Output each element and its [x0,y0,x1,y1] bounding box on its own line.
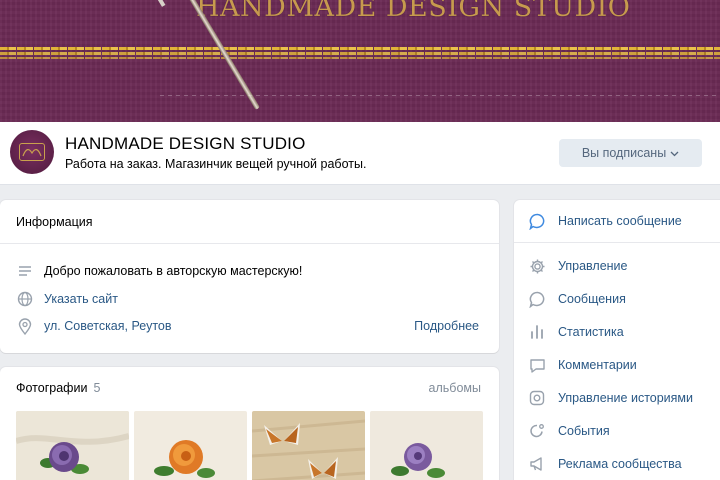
actions-menu: Написать сообщение Управление Сообщения … [514,200,720,480]
comment-icon [528,356,546,374]
group-cover: HANDMADE DESIGN STUDIO [0,0,720,122]
message-bubble-icon [528,212,546,230]
menu-item-label: Управление историями [558,391,694,405]
info-address-row: ул. Советская, Реутов [16,316,172,336]
group-header: HANDMADE DESIGN STUDIO Работа на заказ. … [0,122,720,185]
photo-thumbnail[interactable] [16,411,129,480]
needle-icon [146,0,166,7]
write-message-item[interactable]: Написать сообщение [528,210,682,232]
butterfly-brooches-image [252,411,365,480]
cover-stitch-line [0,47,720,50]
megaphone-icon [528,455,546,473]
location-pin-icon [16,317,34,335]
embroidered-orange-rose-image [134,411,247,480]
photo-thumbnail[interactable] [370,411,483,480]
info-title: Информация [0,200,499,244]
menu-item-label: События [558,424,610,438]
menu-item-stories[interactable]: Управление историями [528,387,693,409]
menu-item-events[interactable]: События [528,420,610,442]
photo-thumbnail[interactable] [134,411,247,480]
info-description: Добро пожаловать в авторскую мастерскую! [44,264,303,278]
albums-link[interactable]: альбомы [429,381,481,395]
chevron-down-icon [670,146,679,160]
add-website-link[interactable]: Указать сайт [44,292,118,306]
bar-chart-icon [528,323,546,341]
menu-item-label: Статистика [558,325,624,339]
stories-icon [528,389,546,407]
cover-stitch-line [0,52,720,55]
event-icon [528,422,546,440]
menu-item-label: Реклама сообщества [558,457,682,471]
subscribed-button-label: Вы подписаны [581,146,667,160]
subscribed-button[interactable]: Вы подписаны [559,139,702,167]
more-info-link[interactable]: Подробнее [414,319,479,333]
photos-header[interactable]: Фотографии 5 [16,381,100,395]
address-link[interactable]: ул. Советская, Реутов [44,319,172,333]
menu-item-manage[interactable]: Управление [528,255,628,277]
menu-item-messages[interactable]: Сообщения [528,288,626,310]
avatar-logo [19,143,45,161]
gear-icon [528,257,546,275]
avatar[interactable] [10,130,54,174]
menu-divider [514,242,720,243]
photo-thumbnail[interactable] [252,411,365,480]
menu-item-ads[interactable]: Реклама сообщества [528,453,682,475]
cover-stitch-line [0,57,720,59]
info-card: Информация Добро пожаловать в авторскую … [0,200,499,353]
message-bubble-icon [528,290,546,308]
photos-title: Фотографии [16,381,88,395]
group-name: HANDMADE DESIGN STUDIO [65,134,306,153]
menu-item-statistics[interactable]: Статистика [528,321,624,343]
menu-item-label: Комментарии [558,358,637,372]
menu-item-label: Управление [558,259,628,273]
embroidered-peony-image [16,411,129,480]
globe-icon [16,290,34,308]
group-status: Работа на заказ. Магазинчик вещей ручной… [65,157,367,171]
cover-title: HANDMADE DESIGN STUDIO [196,0,631,23]
menu-item-label: Сообщения [558,292,626,306]
write-message-label: Написать сообщение [558,214,682,228]
text-lines-icon [16,262,34,280]
info-description-row: Добро пожаловать в авторскую мастерскую! [16,261,302,281]
photos-card: Фотографии 5 альбомы [0,367,499,480]
photos-count: 5 [93,381,101,395]
embroidered-peony-image [370,411,483,480]
cover-dashed-seam [160,95,720,96]
info-website-row: Указать сайт [16,289,118,309]
menu-item-comments[interactable]: Комментарии [528,354,637,376]
